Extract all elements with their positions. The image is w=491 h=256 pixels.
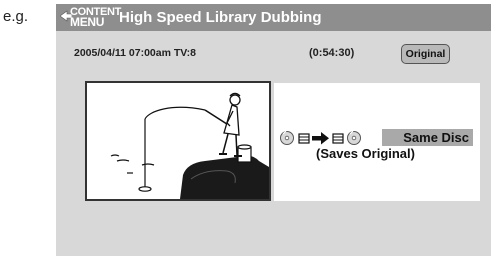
title-icon	[332, 133, 344, 144]
original-badge: Original	[401, 44, 450, 64]
recording-duration: (0:54:30)	[309, 47, 355, 59]
title-bar: CONTENT MENU High Speed Library Dubbing	[56, 4, 491, 31]
arrow-right-icon	[312, 132, 329, 145]
title-thumbnail	[85, 81, 271, 201]
example-label: e.g.	[3, 8, 29, 25]
dubbing-screen: CONTENT MENU High Speed Library Dubbing …	[56, 4, 491, 256]
title-icon	[298, 133, 310, 144]
content-menu-logo[interactable]: CONTENT MENU	[60, 6, 121, 30]
saves-original-note: (Saves Original)	[316, 146, 415, 161]
disc-icon	[347, 130, 361, 145]
screen-title: High Speed Library Dubbing	[119, 9, 322, 26]
disc-icon	[280, 130, 294, 145]
menu-logo-line2: MENU	[70, 15, 105, 29]
fisherman-illustration	[110, 92, 269, 199]
dubbing-info-panel: Same Disc (Saves Original)	[274, 83, 480, 201]
recording-datetime: 2005/04/11 07:00am TV:8	[74, 47, 197, 59]
same-disc-option[interactable]: Same Disc	[382, 129, 473, 146]
page: e.g. CONTENT MENU High Speed Library Dub…	[0, 0, 491, 256]
